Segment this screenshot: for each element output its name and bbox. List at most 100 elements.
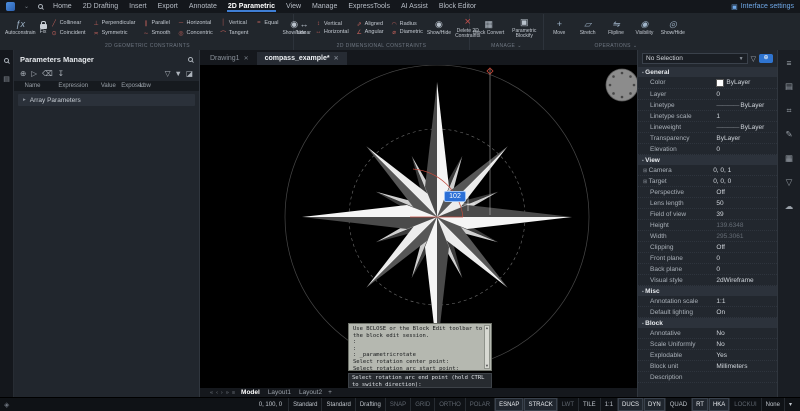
close-tab-icon[interactable]: ✕ [334, 55, 339, 62]
property-value[interactable]: ByLayer [716, 135, 773, 142]
status-toggle[interactable]: STRACK [523, 398, 556, 411]
layout-tab[interactable]: Layout2 [299, 389, 322, 396]
properties-filter-icon[interactable]: ▽ [751, 55, 756, 63]
constraint-button[interactable]: ≍ Symmetric [93, 30, 136, 37]
menu-item[interactable]: Export [157, 1, 179, 12]
menu-item[interactable]: ExpressTools [347, 1, 391, 12]
property-value[interactable]: Off [716, 244, 773, 251]
dim-constraint-button[interactable]: ∠ Angular [356, 29, 384, 36]
operation-button[interactable]: ▱ Stretch [575, 19, 599, 37]
property-value[interactable]: No [716, 341, 773, 348]
property-row[interactable]: Width 295.3061 [638, 231, 777, 242]
operation-button[interactable]: ◉ Visibility [632, 19, 656, 37]
group-label-dimensional[interactable]: 2D DIMENSIONAL CONSTRAINTS [297, 42, 466, 50]
property-value[interactable]: Millimeters [716, 363, 773, 370]
menu-item[interactable]: Insert [128, 1, 148, 12]
property-row[interactable]: Transparency ByLayer [638, 133, 777, 144]
status-toggle[interactable]: 1:1 [600, 398, 617, 411]
property-row[interactable]: Annotative No [638, 328, 777, 339]
dim-constraint-button[interactable]: ⇗ Aligned [356, 21, 384, 28]
property-value[interactable]: 2dWireframe [716, 277, 773, 284]
constraint-button[interactable]: = Equal [255, 20, 278, 26]
chevron-down-icon[interactable]: ⌄ [24, 3, 29, 10]
linear-button[interactable]: ↔ Linear [297, 19, 311, 37]
property-value[interactable]: ByLayer [716, 124, 773, 131]
new-layout-button[interactable]: + [328, 389, 332, 396]
layers-tab-icon[interactable]: ▤ [785, 81, 793, 92]
first-layout-icon[interactable]: « [210, 390, 213, 396]
status-toggle[interactable]: DUCS [617, 398, 643, 411]
menu-item[interactable]: View [285, 1, 302, 12]
scroll-up-icon[interactable]: ▲ [486, 326, 488, 330]
interface-settings-button[interactable]: ▣ Interface settings [731, 3, 794, 11]
menu-item[interactable]: AI Assist [400, 1, 429, 12]
constraint-button[interactable]: ─ Horizontal [177, 20, 212, 26]
render-tab-icon[interactable]: ✎ [785, 129, 792, 140]
constraint-button[interactable]: │ Vertical [220, 20, 249, 26]
last-layout-icon[interactable]: » [226, 390, 229, 396]
dim-constraint-button[interactable]: ↔ Horizontal [315, 29, 349, 35]
property-row[interactable]: Lineweight ByLayer [638, 122, 777, 133]
command-history-window[interactable]: Use BCLOSE or the Block Edit toolbar to … [348, 323, 492, 371]
menu-item[interactable]: 2D Drafting [82, 1, 119, 12]
expand-caret-icon[interactable]: ▸ [23, 97, 26, 103]
column-header[interactable]: Name [14, 83, 51, 89]
constraint-button[interactable]: ⊥ Perpendicular [93, 20, 136, 27]
document-tab[interactable]: compass_example* ✕ [257, 52, 347, 65]
status-toggle[interactable]: GRID [410, 398, 434, 411]
constraint-button[interactable]: ◎ Concentric [177, 30, 212, 37]
selection-dropdown[interactable]: No Selection ▼ [642, 53, 748, 64]
attachments-tab-icon[interactable]: ⌗ [787, 105, 792, 116]
property-row[interactable]: Visual style 2dWireframe [638, 275, 777, 286]
add-parameter-button[interactable]: ⊕ [20, 69, 26, 78]
property-row[interactable]: Perspective Off [638, 187, 777, 198]
annotation-monitor-icon[interactable]: ◈ [4, 401, 9, 409]
layout-menu-icon[interactable]: ≡ [232, 390, 235, 396]
status-toggle[interactable]: POLAR [465, 398, 494, 411]
property-row[interactable]: Misc [638, 286, 777, 296]
property-row[interactable]: Target 0, 0, 0 [638, 176, 777, 187]
property-value[interactable]: 1:1 [716, 298, 773, 305]
property-value[interactable]: 0 [716, 255, 773, 262]
dynamic-input-field[interactable]: 102 [444, 191, 466, 202]
property-row[interactable]: Explodable Yes [638, 350, 777, 361]
property-value[interactable]: 0, 0, 0 [713, 178, 773, 185]
property-row[interactable]: Elevation 0 [638, 144, 777, 155]
status-toggle[interactable]: LOCKUI [729, 398, 760, 411]
property-value[interactable]: 139.6348 [716, 222, 773, 229]
property-row[interactable]: Default lighting On [638, 307, 777, 318]
property-row[interactable]: Clipping Off [638, 242, 777, 253]
property-row[interactable]: Front plane 0 [638, 253, 777, 264]
constraint-button[interactable]: ⊙ Coincident [51, 30, 86, 37]
status-toggle[interactable]: Standard [288, 398, 321, 411]
app-logo-icon[interactable] [6, 2, 15, 11]
property-value[interactable]: 0, 0, 1 [713, 167, 773, 174]
parameters-search-icon[interactable] [188, 57, 193, 62]
command-prompt-input[interactable]: Select rotation arc end point (hold CTRL… [348, 373, 492, 388]
cloud-tab-icon[interactable]: ☁ [785, 201, 794, 212]
status-toggle[interactable]: TILE [578, 398, 600, 411]
layout-tab[interactable]: Layout1 [268, 389, 291, 396]
dim-constraint-button[interactable]: ◠ Radius [391, 21, 423, 28]
status-toggle[interactable]: ESNAP [494, 398, 523, 411]
status-toggle[interactable]: LWT [557, 398, 578, 411]
status-toggle[interactable]: DYN [643, 398, 665, 411]
scroll-down-icon[interactable]: ▼ [486, 364, 488, 368]
status-toggle[interactable]: RT [691, 398, 708, 411]
manage-button[interactable]: ▣ Parametric Blockify [509, 17, 541, 40]
group-label-geometric[interactable]: 2D GEOMETRIC CONSTRAINTS [5, 42, 290, 50]
next-layout-icon[interactable]: › [221, 390, 223, 396]
property-value[interactable]: 50 [716, 200, 773, 207]
quick-select-button[interactable]: ⊕ [759, 54, 773, 63]
column-header[interactable]: Expression [51, 83, 95, 89]
constraint-button[interactable]: ⌒ Tangent [220, 29, 249, 38]
property-value[interactable]: 39 [716, 211, 773, 218]
filter-tab-icon[interactable]: ▽ [786, 177, 793, 188]
property-value[interactable]: 295.3061 [716, 233, 773, 240]
status-toggle[interactable]: HKA [708, 398, 729, 411]
column-header[interactable]: Low [140, 83, 151, 89]
run-button[interactable]: ▷ [31, 69, 37, 78]
property-row[interactable]: Layer 0 [638, 89, 777, 100]
property-row[interactable]: Linetype ByLayer [638, 100, 777, 111]
import-button[interactable]: ↧ [58, 69, 64, 78]
